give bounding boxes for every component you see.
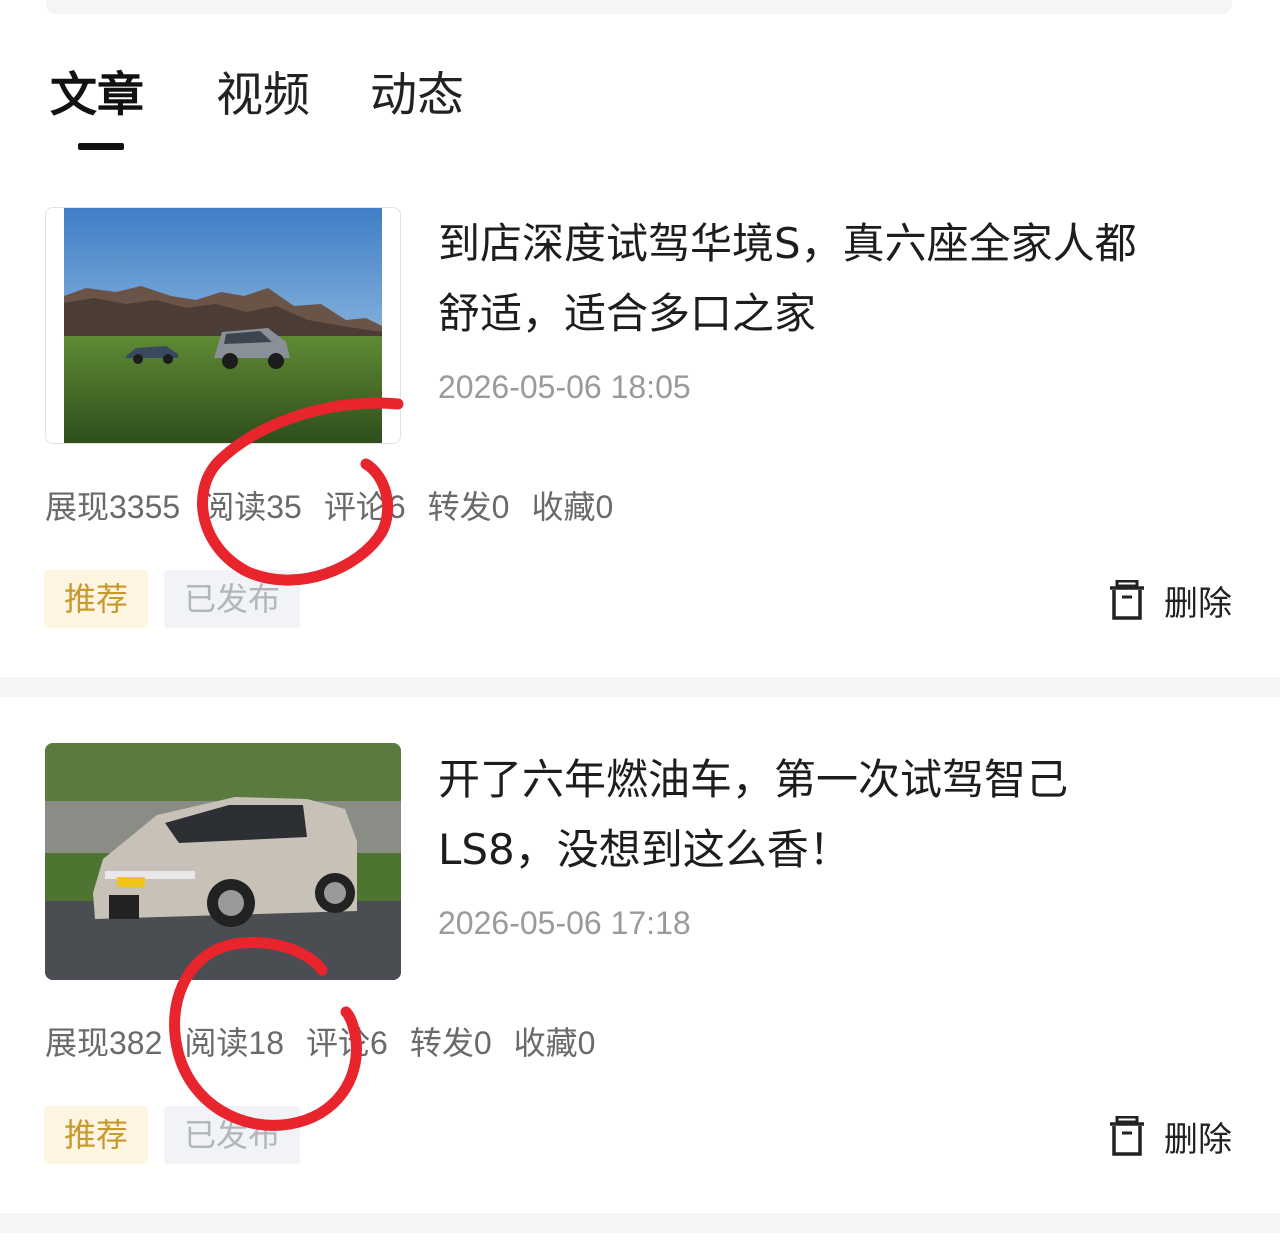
- stat-impressions: 展现382: [45, 1025, 163, 1061]
- stat-reads: 阅读35: [202, 489, 302, 525]
- stat-shares: 转发0: [409, 1025, 492, 1061]
- stat-favorites: 收藏0: [531, 489, 614, 525]
- tab-videos[interactable]: 视频: [216, 64, 310, 128]
- publish-date: 2026-05-06 17:18: [438, 905, 691, 941]
- article-title[interactable]: 到店深度试驾华境S，真六座全家人都 舒适，适合多口之家: [438, 209, 1238, 349]
- article-card: 开了六年燃油车，第一次试驾智己 LS8，没想到这么香！ 2026-05-06 1…: [0, 743, 1280, 1213]
- article-thumbnail[interactable]: [45, 743, 401, 980]
- trash-icon: [1110, 1116, 1144, 1156]
- mountain-suv-image: [64, 208, 382, 443]
- previous-card-edge: [46, 0, 1232, 14]
- recommend-badge: 推荐: [44, 1106, 149, 1164]
- article-stats: 展现382 阅读18 评论6 转发0 收藏0: [45, 1021, 617, 1065]
- tab-posts[interactable]: 动态: [370, 64, 464, 128]
- stat-shares: 转发0: [427, 489, 510, 525]
- article-card: 到店深度试驾华境S，真六座全家人都 舒适，适合多口之家 2026-05-06 1…: [0, 207, 1280, 677]
- card-separator: [0, 677, 1280, 697]
- trash-icon: [1110, 580, 1144, 620]
- tab-articles[interactable]: 文章: [50, 64, 144, 128]
- article-title[interactable]: 开了六年燃油车，第一次试驾智己 LS8，没想到这么香！: [438, 745, 1238, 885]
- delete-button[interactable]: 删除: [1108, 575, 1232, 625]
- status-badge: 已发布: [164, 570, 301, 628]
- active-tab-indicator: [78, 143, 124, 150]
- article-stats: 展现3355 阅读35 评论6 转发0 收藏0: [45, 485, 635, 529]
- stat-reads: 阅读18: [184, 1025, 285, 1061]
- delete-label: 删除: [1164, 583, 1232, 624]
- article-thumbnail[interactable]: [45, 207, 401, 444]
- stat-favorites: 收藏0: [513, 1025, 596, 1061]
- stat-comments: 评论6: [306, 1025, 388, 1061]
- delete-label: 删除: [1164, 1119, 1232, 1160]
- suv-photo-image: [45, 743, 401, 980]
- delete-button[interactable]: 删除: [1108, 1111, 1232, 1161]
- stat-impressions: 展现3355: [45, 489, 181, 525]
- publish-date: 2026-05-06 18:05: [438, 369, 691, 405]
- stat-comments: 评论6: [323, 489, 406, 525]
- recommend-badge: 推荐: [44, 570, 149, 628]
- card-separator: [0, 1213, 1280, 1233]
- status-badge: 已发布: [164, 1106, 301, 1164]
